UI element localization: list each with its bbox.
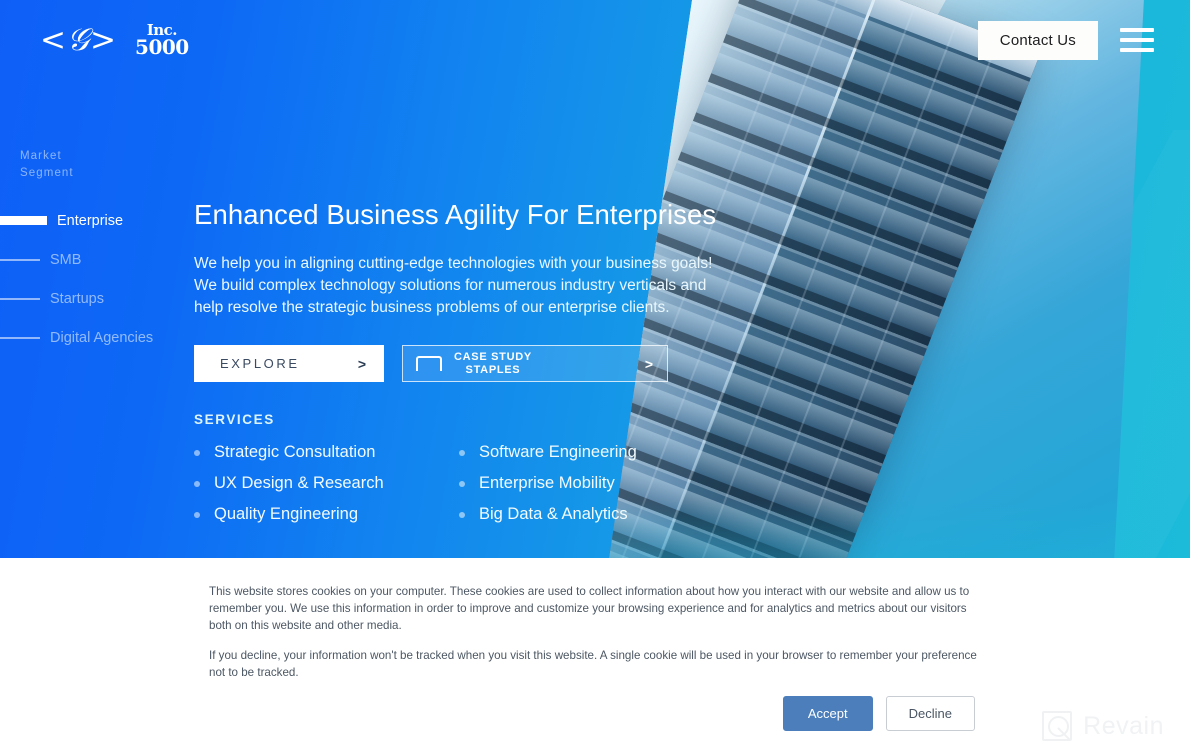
sidebar-item-label: Enterprise xyxy=(57,212,124,229)
chevron-right-icon: > xyxy=(357,355,366,372)
service-item[interactable]: UX Design & Research xyxy=(194,474,459,493)
sidebar-item-startups[interactable]: Startups xyxy=(0,279,190,318)
explore-button-label: EXPLORE xyxy=(220,356,300,372)
header-actions: Contact Us xyxy=(977,20,1154,60)
sidebar-item-enterprise[interactable]: Enterprise xyxy=(0,201,190,240)
service-item-label: Quality Engineering xyxy=(214,505,359,524)
chevron-right-icon: > xyxy=(644,355,653,372)
revain-watermark: Revain xyxy=(1042,711,1164,741)
staple-bracket-icon xyxy=(416,356,442,372)
revain-logo-icon xyxy=(1042,711,1073,741)
sidebar-item-marker xyxy=(0,336,40,339)
case-study-labels: CASE STUDY STAPLES xyxy=(454,351,532,377)
services-heading: SERVICES xyxy=(194,412,275,428)
hamburger-bar-2 xyxy=(1120,38,1154,42)
service-item[interactable]: Enterprise Mobility xyxy=(459,474,754,493)
sidebar-item-marker xyxy=(0,258,40,261)
case-study-line-1: CASE STUDY xyxy=(454,351,532,363)
case-study-line-2: STAPLES xyxy=(465,363,521,376)
market-segment-list: Enterprise SMB Startups Digital Agencies xyxy=(0,201,190,357)
sidebar-item-label: SMB xyxy=(50,251,82,268)
market-segment-sidebar: Market Segment Enterprise SMB Startups Digi… xyxy=(0,148,190,357)
hamburger-bar-1 xyxy=(1120,28,1154,32)
decline-button[interactable]: Decline xyxy=(885,695,975,731)
page-root: <𝒢> Inc. 5000 Contact Us Market Segment … xyxy=(0,0,1190,753)
site-header: <𝒢> Inc. 5000 Contact Us xyxy=(0,0,1190,80)
bullet-dot-icon xyxy=(459,449,465,456)
sidebar-item-smb[interactable]: SMB xyxy=(0,240,190,279)
inc-5000-badge: Inc. 5000 xyxy=(135,23,189,59)
sidebar-item-marker xyxy=(0,216,47,226)
service-item[interactable]: Software Engineering xyxy=(459,443,754,462)
sidebar-item-label: Digital Agencies xyxy=(50,329,154,346)
company-logo-icon: <𝒢> xyxy=(40,21,118,58)
hero-description: We help you in aligning cutting-edge tec… xyxy=(194,255,713,317)
revain-watermark-text: Revain xyxy=(1083,711,1164,740)
brand-logo[interactable]: <𝒢> Inc. 5000 xyxy=(40,21,189,59)
service-item-label: Big Data & Analytics xyxy=(479,505,628,524)
sidebar-item-digital-agencies[interactable]: Digital Agencies xyxy=(0,318,190,357)
bullet-dot-icon xyxy=(459,480,465,487)
services-grid: Strategic Consultation Software Engineeri… xyxy=(194,443,754,524)
services-section: SERVICES Strategic Consultation Software … xyxy=(194,412,754,524)
accept-button[interactable]: Accept xyxy=(782,695,873,731)
market-segment-label: Market Segment xyxy=(20,150,74,179)
hero-content: Enhanced Business Agility For Enterprise… xyxy=(194,198,754,524)
bullet-dot-icon xyxy=(194,449,200,456)
cookie-paragraph-1: This website stores cookies on your comp… xyxy=(209,585,970,632)
service-item[interactable]: Quality Engineering xyxy=(194,505,459,524)
hamburger-menu-icon[interactable] xyxy=(1120,28,1154,52)
service-item[interactable]: Strategic Consultation xyxy=(194,443,459,462)
inc-badge-bottom: 5000 xyxy=(135,34,189,59)
cookie-consent-banner: This website stores cookies on your comp… xyxy=(0,558,1190,753)
page-title: Enhanced Business Agility For Enterprise… xyxy=(194,199,717,230)
bullet-dot-icon xyxy=(459,511,465,518)
sidebar-item-label: Startups xyxy=(50,290,104,307)
bullet-dot-icon xyxy=(194,511,200,518)
sidebar-item-marker xyxy=(0,297,40,300)
service-item-label: Enterprise Mobility xyxy=(479,474,615,493)
cookie-paragraph-2: If you decline, your information won't b… xyxy=(209,649,977,680)
cookie-actions: Accept Decline xyxy=(209,695,990,731)
service-item-label: UX Design & Research xyxy=(214,474,384,493)
service-item[interactable]: Big Data & Analytics xyxy=(459,505,754,524)
hamburger-bar-3 xyxy=(1120,48,1154,52)
contact-us-button[interactable]: Contact Us xyxy=(977,20,1098,60)
explore-button[interactable]: EXPLORE > xyxy=(194,345,384,383)
service-item-label: Strategic Consultation xyxy=(214,443,376,462)
cta-row: EXPLORE > CASE STUDY STAPLES > xyxy=(194,345,754,383)
bullet-dot-icon xyxy=(194,480,200,487)
case-study-button[interactable]: CASE STUDY STAPLES > xyxy=(402,345,668,383)
service-item-label: Software Engineering xyxy=(479,443,637,462)
